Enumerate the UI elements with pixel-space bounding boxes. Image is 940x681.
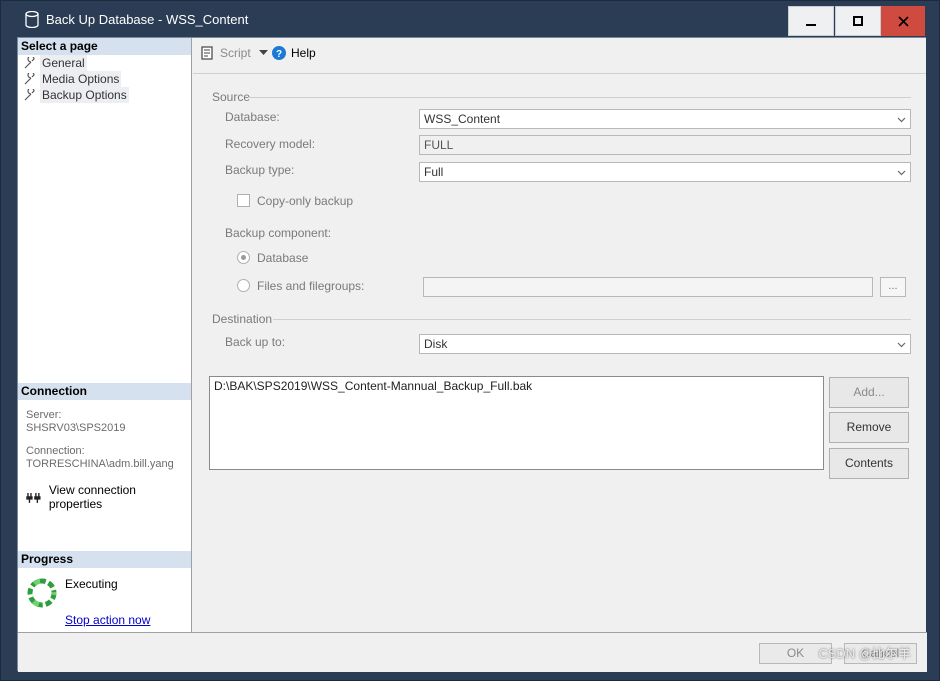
database-select[interactable]: WSS_Content — [419, 109, 911, 129]
component-files-radio[interactable] — [237, 279, 250, 292]
connection-header: Connection — [18, 383, 191, 400]
watermark: CSDN @比尔羊 — [818, 646, 911, 661]
wrench-icon — [24, 89, 35, 101]
recovery-model-field: FULL — [419, 135, 911, 155]
select-page-header: Select a page — [18, 38, 191, 55]
stop-action-link[interactable]: Stop action now — [65, 613, 150, 627]
back-up-to-value: Disk — [424, 337, 448, 351]
page-media-options-label: Media Options — [40, 71, 122, 87]
destination-list[interactable]: D:\BAK\SPS2019\WSS_Content-Mannual_Backu… — [209, 376, 824, 470]
source-divider — [248, 97, 911, 98]
title-bar[interactable]: Back Up Database - WSS_Content — [1, 1, 939, 37]
chevron-down-icon — [897, 170, 906, 176]
help-icon: ? — [272, 46, 286, 60]
view-connection-properties-link[interactable]: View connection properties — [26, 483, 191, 511]
close-icon — [897, 15, 909, 27]
copy-only-checkbox[interactable] — [237, 194, 250, 207]
left-panel: Select a page General Media Options Back… — [18, 38, 192, 632]
destination-divider — [273, 319, 911, 320]
page-general-label: General — [40, 55, 87, 71]
page-media-options[interactable]: Media Options — [24, 71, 122, 87]
page-backup-options-label: Backup Options — [40, 87, 129, 103]
filegroups-browse-button[interactable]: ... — [880, 277, 906, 297]
window-title: Back Up Database - WSS_Content — [46, 12, 249, 27]
dialog-client: Select a page General Media Options Back… — [17, 37, 927, 672]
wrench-icon — [24, 57, 35, 69]
progress-header: Progress — [18, 551, 191, 568]
database-icon — [25, 11, 39, 28]
component-files-label: Files and filegroups: — [257, 279, 365, 293]
help-label: Help — [291, 46, 316, 60]
maximize-button[interactable] — [835, 6, 881, 36]
contents-button[interactable]: Contents — [829, 448, 909, 479]
backup-type-label: Backup type: — [225, 163, 295, 177]
add-button[interactable]: Add... — [829, 377, 909, 408]
chevron-down-icon — [897, 117, 906, 123]
right-panel: Script ? Help Source Database: WSS_Conte… — [193, 38, 926, 632]
database-label: Database: — [225, 110, 280, 124]
dialog-footer: OK Cancel CSDN @比尔羊 — [18, 632, 927, 672]
destination-group-label: Destination — [212, 312, 273, 326]
close-button[interactable] — [881, 6, 925, 36]
server-label: Server: — [26, 409, 62, 421]
minimize-button[interactable] — [788, 6, 834, 36]
back-up-to-select[interactable]: Disk — [419, 334, 911, 354]
view-connection-properties-label: View connection properties — [48, 483, 136, 511]
back-up-to-label: Back up to: — [225, 335, 286, 349]
minimize-icon — [806, 24, 816, 26]
script-button[interactable]: Script — [201, 46, 268, 60]
server-value: SHSRV03\SPS2019 — [26, 422, 126, 434]
backup-type-value: Full — [424, 165, 444, 179]
remove-button[interactable]: Remove — [829, 412, 909, 443]
page-backup-options[interactable]: Backup Options — [24, 87, 129, 103]
wrench-icon — [24, 73, 35, 85]
source-group-label: Source — [212, 90, 251, 104]
toolbar: Script ? Help — [193, 38, 926, 74]
component-database-radio[interactable] — [237, 251, 250, 264]
chevron-down-icon — [897, 342, 906, 348]
backup-component-label: Backup component: — [225, 226, 332, 240]
connection-label: Connection: — [26, 445, 85, 457]
svg-text:?: ? — [276, 49, 282, 60]
list-item[interactable]: D:\BAK\SPS2019\WSS_Content-Mannual_Backu… — [214, 379, 819, 393]
recovery-model-label: Recovery model: — [225, 137, 316, 151]
script-label: Script — [220, 46, 251, 60]
script-icon — [201, 46, 213, 60]
database-value: WSS_Content — [424, 112, 501, 126]
help-button[interactable]: ? Help — [272, 46, 316, 60]
page-general[interactable]: General — [24, 55, 87, 71]
filegroups-field[interactable] — [423, 277, 873, 297]
plug-icon — [26, 493, 41, 503]
progress-status: Executing — [65, 577, 118, 591]
backup-database-window: Back Up Database - WSS_Content Select a … — [0, 0, 940, 681]
copy-only-label: Copy-only backup — [257, 194, 354, 208]
maximize-icon — [853, 16, 863, 26]
connection-value: TORRESCHINA\adm.bill.yang — [26, 458, 174, 470]
backup-type-select[interactable]: Full — [419, 162, 911, 182]
component-database-label: Database — [257, 251, 309, 265]
progress-spinner-icon — [27, 578, 57, 608]
chevron-down-icon — [258, 50, 268, 55]
